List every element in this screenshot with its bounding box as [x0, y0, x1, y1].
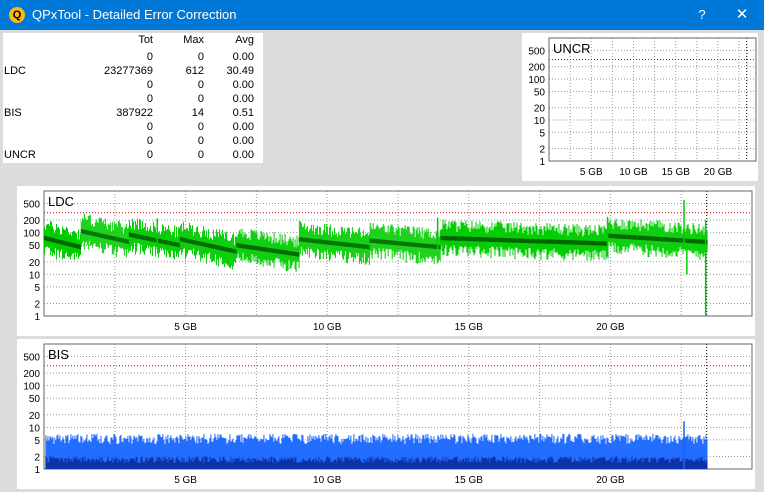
chart-title: UNCR [553, 41, 591, 56]
y-tick-label: 500 [23, 200, 40, 211]
y-tick-label: 10 [29, 423, 41, 434]
x-tick-label: 5 GB [580, 167, 603, 178]
stats-avg-value: 0.00 [232, 149, 254, 161]
y-tick-label: 200 [23, 216, 40, 227]
x-tick-label: 20 GB [704, 167, 733, 178]
x-tick-label: 15 GB [455, 322, 484, 333]
y-tick-label: 200 [23, 369, 40, 380]
stats-header: Avg [235, 34, 254, 46]
y-tick-label: 5 [34, 283, 40, 294]
y-tick-label: 1 [34, 465, 40, 476]
y-tick-label: 2 [539, 145, 545, 156]
stats-table: Tot Max Avg 0 0 0.00 LDC 23277369 612 30.49 0 0 0.00… [3, 33, 263, 163]
x-tick-label: 20 GB [596, 322, 625, 333]
y-tick-label: 5 [34, 436, 40, 447]
y-tick-label: 50 [534, 87, 546, 98]
y-tick-label: 10 [29, 270, 41, 281]
ldc-chart: 1 2 5 10 20 50 100 200 500 5 GB 10 GB 15 GB 20 GB LDC [17, 186, 755, 336]
y-tick-label: 50 [29, 394, 41, 405]
y-tick-label: 1 [539, 157, 545, 168]
close-button[interactable]: ✕ [728, 5, 756, 25]
y-tick-label: 5 [539, 128, 545, 139]
stats-row-label: UNCR [4, 149, 36, 161]
y-tick-label: 1 [34, 312, 40, 323]
stats-row-label: BIS [4, 107, 22, 119]
x-tick-label: 10 GB [313, 475, 342, 486]
chart-grid [549, 38, 756, 162]
help-button[interactable]: ? [690, 5, 714, 25]
ldc-series [44, 199, 708, 316]
stats-avg-value: 0.00 [232, 121, 254, 133]
plot-frame [548, 37, 757, 162]
y-tick-label: 500 [23, 353, 40, 364]
stats-avg-value: 0.00 [232, 79, 254, 91]
x-tick-label: 10 GB [619, 167, 648, 178]
chart-title: BIS [48, 347, 69, 362]
y-tick-label: 200 [528, 63, 545, 74]
x-tick-label: 20 GB [596, 475, 625, 486]
window-title: QPxTool - Detailed Error Correction [32, 7, 237, 22]
x-tick-label: 5 GB [174, 475, 197, 486]
title-bar: Q QPxTool - Detailed Error Correction ? … [0, 0, 764, 30]
y-tick-label: 100 [23, 382, 40, 393]
y-tick-label: 2 [34, 299, 40, 310]
x-tick-label: 5 GB [174, 322, 197, 333]
stats-avg-value: 30.49 [226, 65, 254, 77]
stats-row-label: LDC [4, 65, 27, 77]
x-tick-label: 15 GB [662, 167, 691, 178]
bis-series [45, 421, 708, 469]
y-tick-label: 50 [29, 241, 41, 252]
chart-title: LDC [48, 194, 74, 209]
y-tick-label: 10 [534, 116, 546, 127]
y-tick-label: 20 [29, 411, 41, 422]
y-tick-label: 100 [23, 229, 40, 240]
x-tick-label: 15 GB [455, 475, 484, 486]
y-tick-label: 500 [528, 46, 545, 57]
stats-avg-value: 0.00 [232, 51, 254, 63]
x-tick-label: 10 GB [313, 322, 342, 333]
app-logo-icon: Q [9, 7, 25, 23]
stats-avg-value: 0.51 [232, 107, 254, 119]
y-tick-label: 100 [528, 75, 545, 86]
y-tick-label: 20 [29, 258, 41, 269]
y-tick-label: 2 [34, 452, 40, 463]
stats-avg-value: 0.00 [232, 135, 254, 147]
bis-chart: 1 2 5 10 20 50 100 200 500 5 GB 10 GB 15 GB 20 GB BIS [17, 339, 755, 489]
uncr-chart: 1 2 5 10 20 50 100 200 500 5 GB 10 GB 15 GB 20 GB UNC… [522, 33, 758, 181]
stats-avg-value: 0.00 [232, 93, 254, 105]
y-tick-label: 20 [534, 104, 546, 115]
